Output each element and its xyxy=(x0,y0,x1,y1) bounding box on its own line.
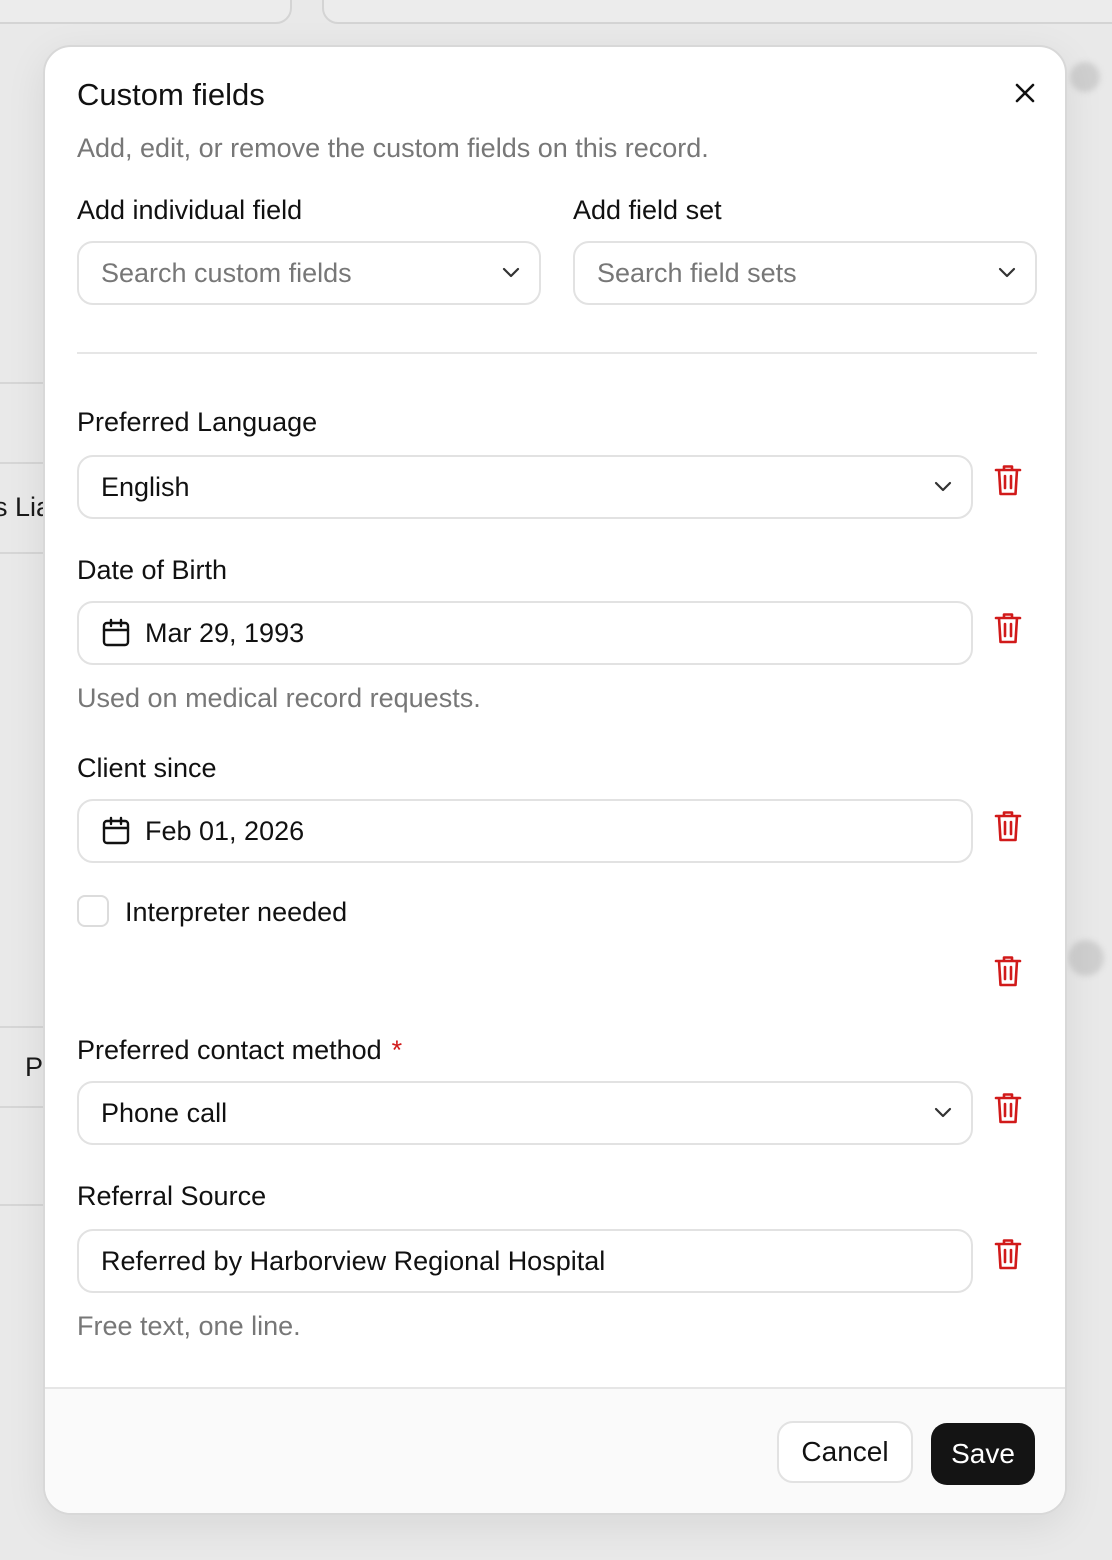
background-avatar xyxy=(1068,940,1104,976)
preferred-language-value: English xyxy=(101,471,190,502)
trash-icon[interactable] xyxy=(993,611,1023,645)
date-of-birth-input[interactable]: Mar 29, 1993 xyxy=(77,601,973,665)
save-button[interactable]: Save xyxy=(931,1423,1035,1485)
preferred-language-select[interactable]: English xyxy=(77,455,973,519)
background-divider xyxy=(0,382,44,384)
calendar-icon xyxy=(102,816,130,845)
add-field-set-label: Add field set xyxy=(573,195,722,225)
trash-icon[interactable] xyxy=(993,809,1023,843)
trash-icon[interactable] xyxy=(993,1091,1023,1125)
referral-source-input[interactable]: Referred by Harborview Regional Hospital xyxy=(77,1229,973,1293)
background-input xyxy=(0,0,292,24)
chevron-down-icon xyxy=(934,1107,952,1118)
date-of-birth-value: Mar 29, 1993 xyxy=(145,617,305,648)
close-button[interactable] xyxy=(1007,75,1043,111)
search-field-sets-placeholder: Search field sets xyxy=(597,257,797,288)
section-divider xyxy=(77,352,1037,354)
background-text: P xyxy=(25,1052,44,1082)
calendar-icon xyxy=(102,618,130,647)
referral-source-help-text: Free text, one line. xyxy=(77,1311,301,1341)
background-divider xyxy=(0,462,44,464)
preferred-contact-method-label: Preferred contact method * xyxy=(77,1035,402,1066)
preferred-contact-method-label-text: Preferred contact method xyxy=(77,1035,382,1065)
search-field-sets-select[interactable]: Search field sets xyxy=(573,241,1037,305)
referral-source-label: Referral Source xyxy=(77,1181,267,1211)
preferred-contact-method-value: Phone call xyxy=(101,1097,228,1128)
preferred-language-label: Preferred Language xyxy=(77,407,318,437)
trash-icon[interactable] xyxy=(993,1237,1023,1271)
interpreter-needed-checkbox[interactable] xyxy=(77,895,109,927)
dialog-footer xyxy=(45,1387,1065,1513)
date-of-birth-help-text: Used on medical record requests. xyxy=(77,683,481,713)
preferred-contact-method-select[interactable]: Phone call xyxy=(77,1081,973,1145)
background-divider xyxy=(0,1026,44,1028)
background-avatar xyxy=(1070,62,1100,92)
search-custom-fields-select[interactable]: Search custom fields xyxy=(77,241,541,305)
client-since-label: Client since xyxy=(77,753,217,783)
chevron-down-icon xyxy=(502,267,520,278)
background-divider xyxy=(0,552,44,554)
trash-icon[interactable] xyxy=(993,463,1023,497)
background-divider xyxy=(0,1204,44,1206)
background-divider xyxy=(0,1106,44,1108)
chevron-down-icon xyxy=(934,481,952,492)
required-asterisk: * xyxy=(391,1035,403,1065)
background-input xyxy=(322,0,1112,24)
custom-fields-dialog: Custom fields Add, edit, or remove the c… xyxy=(43,45,1067,1515)
dialog-subtitle: Add, edit, or remove the custom fields o… xyxy=(77,133,709,163)
client-since-value: Feb 01, 2026 xyxy=(145,815,305,846)
close-icon xyxy=(1015,83,1035,103)
date-of-birth-label: Date of Birth xyxy=(77,555,228,585)
add-individual-field-label: Add individual field xyxy=(77,195,303,225)
referral-source-value: Referred by Harborview Regional Hospital xyxy=(101,1245,606,1276)
search-custom-fields-placeholder: Search custom fields xyxy=(101,257,352,288)
dialog-title: Custom fields xyxy=(77,77,265,112)
trash-icon[interactable] xyxy=(993,954,1023,988)
interpreter-needed-label: Interpreter needed xyxy=(125,897,348,927)
cancel-button[interactable]: Cancel xyxy=(777,1421,913,1483)
client-since-input[interactable]: Feb 01, 2026 xyxy=(77,799,973,863)
chevron-down-icon xyxy=(998,267,1016,278)
